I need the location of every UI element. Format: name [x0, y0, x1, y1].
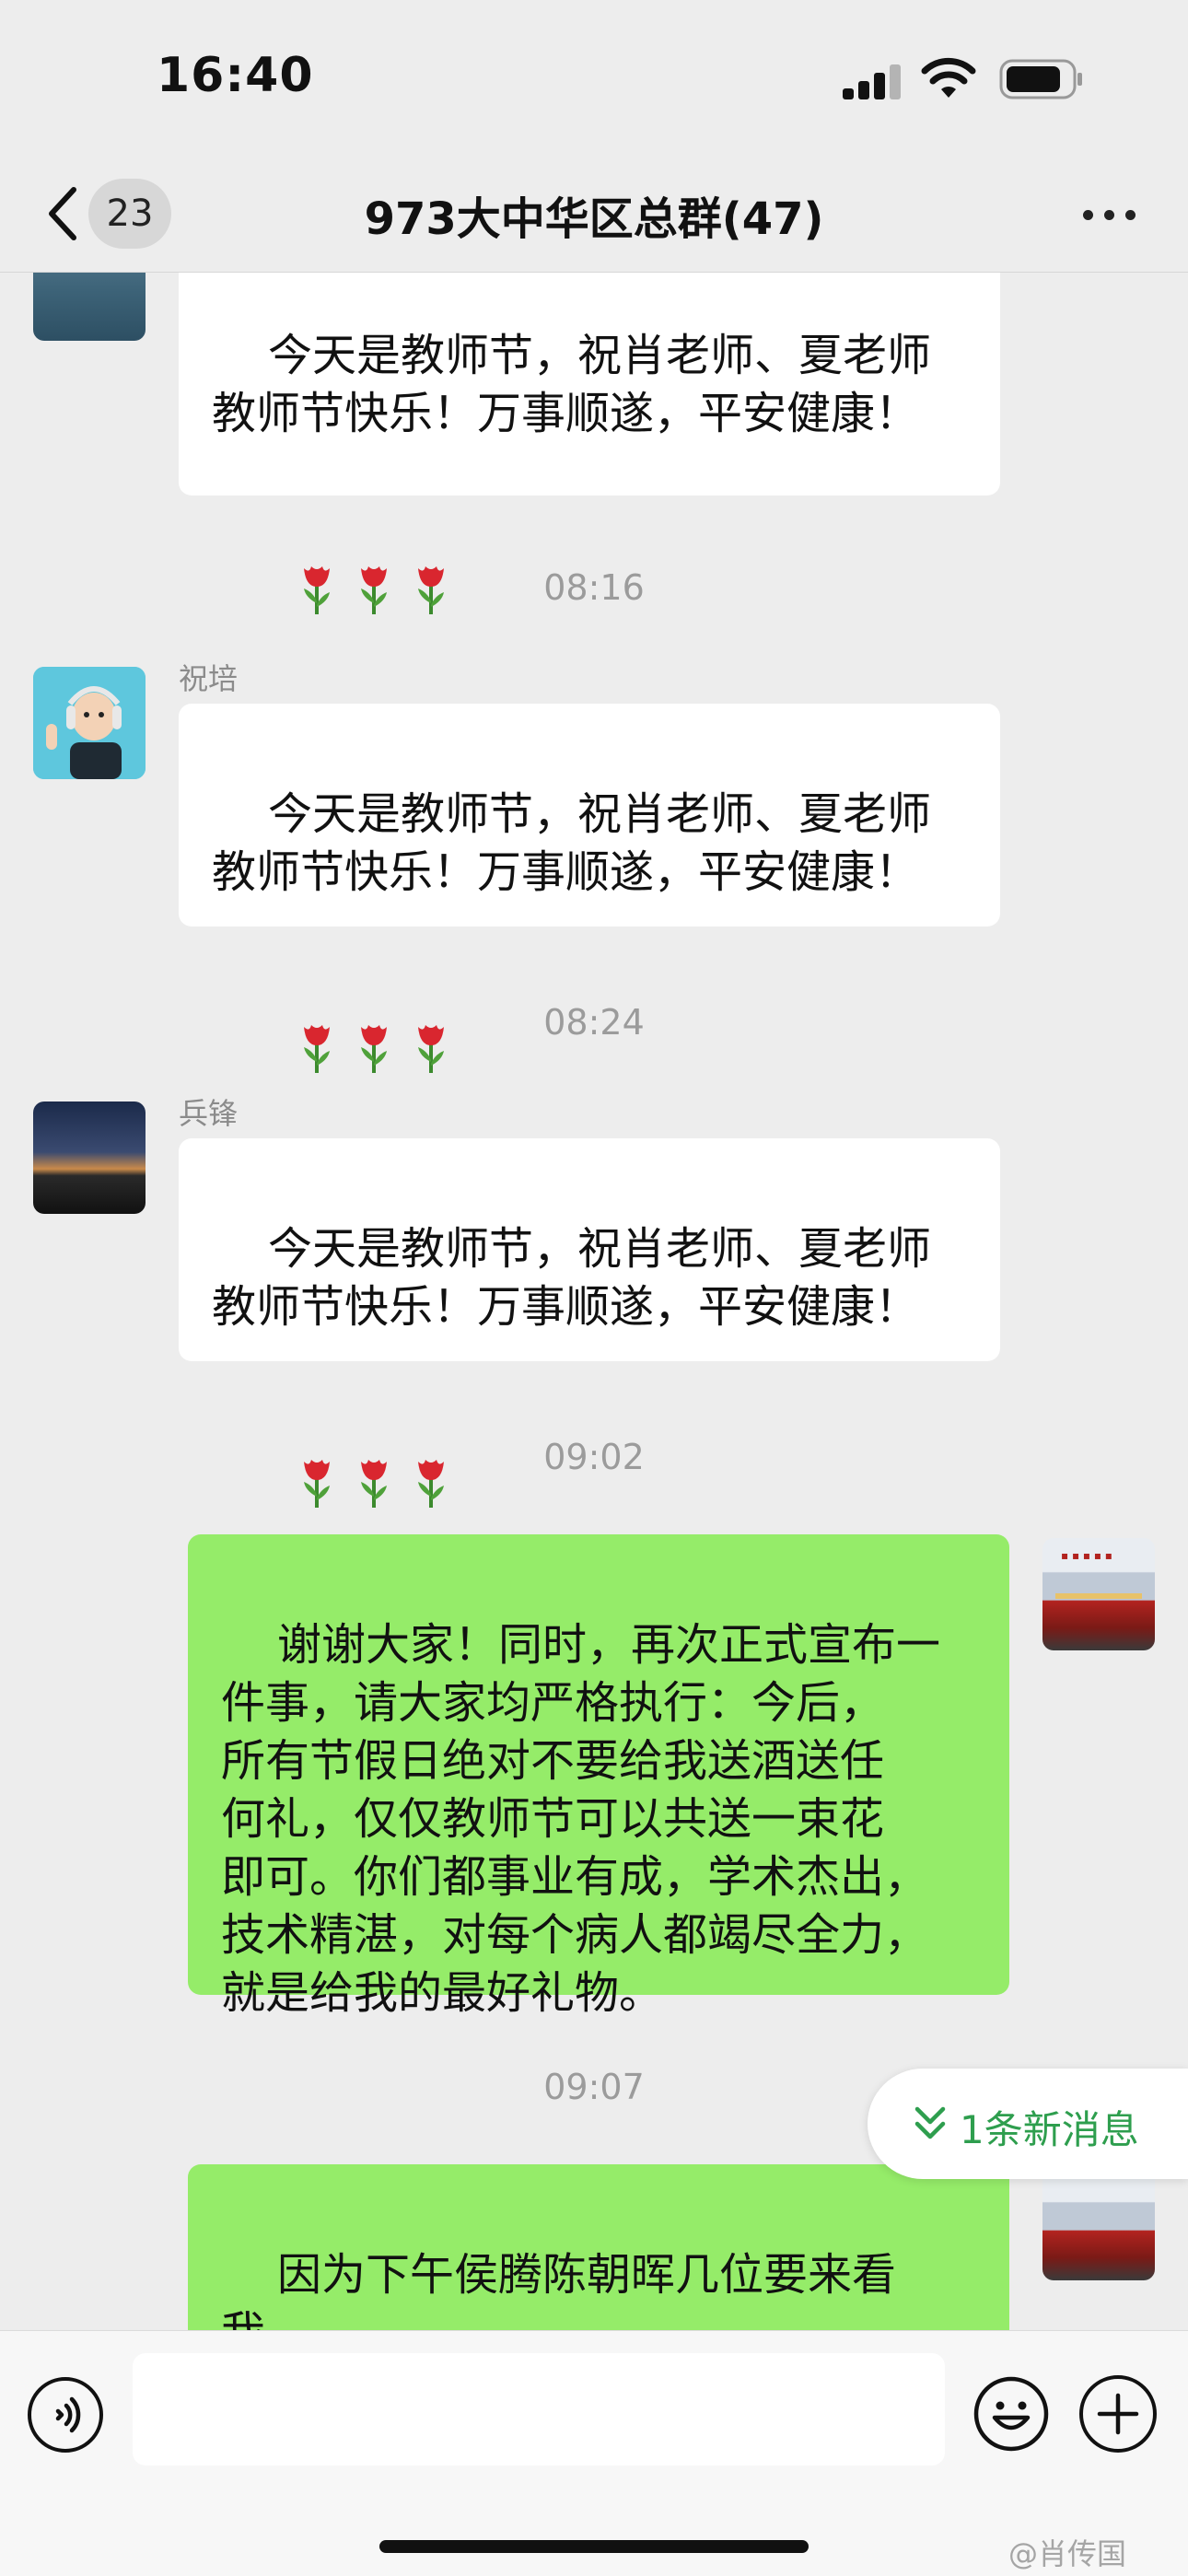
- message-bubble[interactable]: 今天是教师节，祝肖老师、夏老师 教师节快乐！万事顺遂，平安健康！: [179, 273, 1000, 614]
- message-list[interactable]: 今天是教师节，祝肖老师、夏老师 教师节快乐！万事顺遂，平安健康！ 08:16 祝…: [0, 273, 1188, 2330]
- new-messages-button[interactable]: 1条新消息: [868, 2069, 1188, 2179]
- message-timestamp: 08:16: [543, 567, 645, 608]
- svg-text:▪ ▪ ▪ ▪ ▪: ▪ ▪ ▪ ▪ ▪: [1061, 1549, 1112, 1562]
- plus-icon[interactable]: [1079, 2375, 1157, 2453]
- message-timestamp: 08:24: [543, 1002, 645, 1043]
- hospital-photo-icon: ▪ ▪ ▪ ▪ ▪: [1048, 1547, 1149, 1599]
- message-text: 因为下午侯腾陈朝晖几位要来看我， 特此提前打预防针。: [221, 2249, 897, 2330]
- message-text: 谢谢大家！同时，再次正式宣布一 件事，请大家均严格执行：今后， 所有节假日绝对不…: [221, 1619, 941, 2019]
- message-timestamp: 09:02: [543, 1437, 645, 1477]
- plus-sign-icon: [1097, 2393, 1139, 2435]
- message-bubble[interactable]: 今天是教师节，祝肖老师、夏老师 教师节快乐！万事顺遂，平安健康！: [179, 1138, 1000, 1508]
- sender-name: 兵锋: [179, 1096, 239, 1131]
- avatar[interactable]: ▪ ▪ ▪ ▪ ▪: [1042, 1538, 1155, 1650]
- emoji-icon[interactable]: [973, 2375, 1050, 2453]
- voice-wave-icon: [55, 2396, 81, 2433]
- status-time: 16:40: [157, 48, 314, 103]
- message-input[interactable]: [133, 2353, 945, 2465]
- home-indicator[interactable]: [379, 2540, 809, 2553]
- message-text: 今天是教师节，祝肖老师、夏老师 教师节快乐！万事顺遂，平安健康！: [212, 1223, 932, 1333]
- wifi-icon: [921, 57, 976, 98]
- new-messages-label: 1条新消息: [960, 2107, 1139, 2152]
- child-photo-icon: [33, 667, 146, 779]
- double-chevron-down-icon: [914, 2106, 946, 2139]
- chat-header: 23 973大中华区总群(47): [0, 157, 1188, 273]
- message-bubble[interactable]: 今天是教师节，祝肖老师、夏老师 教师节快乐！万事顺遂，平安健康！: [179, 704, 1000, 1073]
- avatar[interactable]: [1042, 2168, 1155, 2280]
- tulip-emoji-row: [212, 503, 967, 614]
- cellular-signal-icon: [843, 63, 901, 99]
- avatar[interactable]: [33, 667, 146, 779]
- avatar[interactable]: [33, 273, 146, 341]
- message-text: 今天是教师节，祝肖老师、夏老师 教师节快乐！万事顺遂，平安健康！: [212, 330, 932, 439]
- status-bar: 16:40: [0, 0, 1188, 157]
- more-icon[interactable]: [1077, 192, 1142, 238]
- unread-count-badge[interactable]: 23: [88, 179, 171, 249]
- battery-icon: [999, 59, 1082, 99]
- message-bubble[interactable]: 谢谢大家！同时，再次正式宣布一 件事，请大家均严格执行：今后， 所有节假日绝对不…: [188, 1534, 1009, 2019]
- voice-icon[interactable]: [28, 2377, 103, 2453]
- avatar[interactable]: [33, 1102, 146, 1214]
- message-text: 今天是教师节，祝肖老师、夏老师 教师节快乐！万事顺遂，平安健康！: [212, 788, 932, 898]
- weibo-watermark: @肖传国: [1008, 2536, 1127, 2571]
- message-bubble[interactable]: 因为下午侯腾陈朝晖几位要来看我， 特此提前打预防针。: [188, 2164, 1009, 2330]
- sender-name: 祝培: [179, 661, 239, 696]
- chat-title: 973大中华区总群(47): [364, 193, 824, 245]
